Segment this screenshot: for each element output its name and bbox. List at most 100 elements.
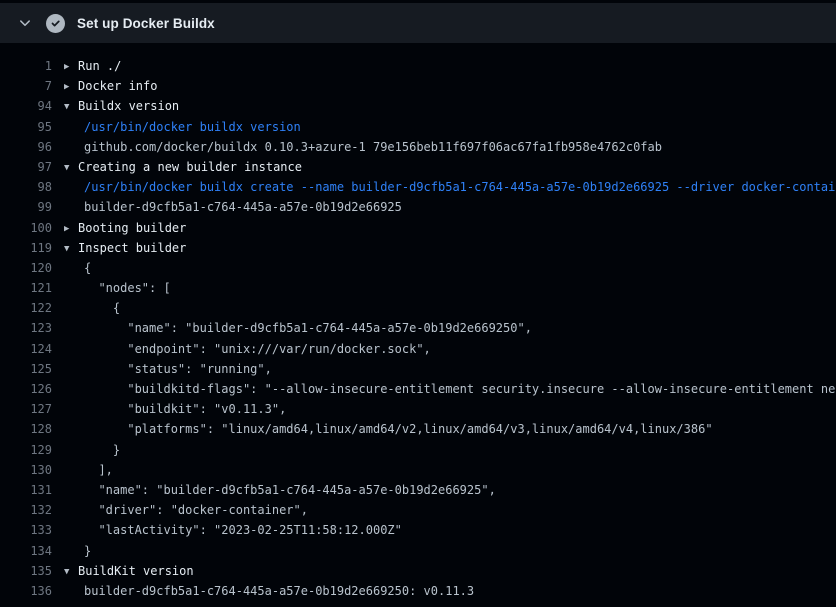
log-line: 134 } <box>0 541 836 561</box>
workflow-log-viewer: Set up Docker Buildx 1 ▶Run ./ 7 ▶Docker… <box>0 3 836 607</box>
log-text: "buildkitd-flags": "--allow-insecure-ent… <box>84 382 836 396</box>
log-line: 1 ▶Run ./ <box>0 56 836 76</box>
log-text: { <box>84 301 120 315</box>
log-line: 131 "name": "builder-d9cfb5a1-c764-445a-… <box>0 480 836 500</box>
group-toggle-icon: ▶ <box>64 57 78 76</box>
line-number-link[interactable]: 97 <box>0 157 52 177</box>
log-group-toggle[interactable]: ▼Buildx version <box>64 96 836 116</box>
line-number-link[interactable]: 123 <box>0 318 52 338</box>
log-text: "platforms": "linux/amd64,linux/amd64/v2… <box>84 422 713 436</box>
line-number-link[interactable]: 98 <box>0 177 52 197</box>
log-text: } <box>84 443 120 457</box>
log-text: /usr/bin/docker buildx version <box>84 120 301 134</box>
log-line-content: } <box>84 541 836 561</box>
line-number-link[interactable]: 122 <box>0 298 52 318</box>
line-number-link[interactable]: 96 <box>0 137 52 157</box>
line-number-link[interactable]: 125 <box>0 359 52 379</box>
line-number-link[interactable]: 94 <box>0 96 52 116</box>
log-text: "lastActivity": "2023-02-25T11:58:12.000… <box>84 523 402 537</box>
log-line: 99 builder-d9cfb5a1-c764-445a-a57e-0b19d… <box>0 197 836 217</box>
line-number-link[interactable]: 134 <box>0 541 52 561</box>
log-line: 97 ▼Creating a new builder instance <box>0 157 836 177</box>
line-number-link[interactable]: 132 <box>0 500 52 520</box>
line-number-link[interactable]: 100 <box>0 218 52 238</box>
log-line: 7 ▶Docker info <box>0 76 836 96</box>
log-text: "nodes": [ <box>84 281 171 295</box>
log-line: 122 { <box>0 298 836 318</box>
line-number-link[interactable]: 126 <box>0 379 52 399</box>
log-line: 98 /usr/bin/docker buildx create --name … <box>0 177 836 197</box>
log-line-content: "nodes": [ <box>84 278 836 298</box>
log-text: } <box>84 544 91 558</box>
line-number-link[interactable]: 7 <box>0 76 52 96</box>
log-line-content: "endpoint": "unix:///var/run/docker.sock… <box>84 339 836 359</box>
group-toggle-icon: ▼ <box>64 97 78 116</box>
log-group-toggle[interactable]: ▼Inspect builder <box>64 238 836 258</box>
log-line: 123 "name": "builder-d9cfb5a1-c764-445a-… <box>0 318 836 338</box>
check-circle-icon <box>46 14 65 33</box>
log-line-content: } <box>84 440 836 460</box>
log-line-content: "name": "builder-d9cfb5a1-c764-445a-a57e… <box>84 318 836 338</box>
log-group-toggle[interactable]: ▼Creating a new builder instance <box>64 157 836 177</box>
log-line: 130 ], <box>0 460 836 480</box>
log-line: 133 "lastActivity": "2023-02-25T11:58:12… <box>0 520 836 540</box>
log-line: 136 builder-d9cfb5a1-c764-445a-a57e-0b19… <box>0 581 836 601</box>
line-number-link[interactable]: 128 <box>0 419 52 439</box>
log-line-content: "lastActivity": "2023-02-25T11:58:12.000… <box>84 520 836 540</box>
line-number-link[interactable]: 135 <box>0 561 52 581</box>
log-line-content: "buildkit": "v0.11.3", <box>84 399 836 419</box>
log-line: 94 ▼Buildx version <box>0 96 836 116</box>
log-line-content: "buildkitd-flags": "--allow-insecure-ent… <box>84 379 836 399</box>
log-line: 124 "endpoint": "unix:///var/run/docker.… <box>0 339 836 359</box>
log-line-content: /usr/bin/docker buildx version <box>84 117 836 137</box>
log-line-content: "status": "running", <box>84 359 836 379</box>
log-line: 119 ▼Inspect builder <box>0 238 836 258</box>
line-number-link[interactable]: 1 <box>0 56 52 76</box>
line-number-link[interactable]: 121 <box>0 278 52 298</box>
line-number-link[interactable]: 127 <box>0 399 52 419</box>
log-group-toggle[interactable]: ▶Booting builder <box>64 218 836 238</box>
group-toggle-icon: ▼ <box>64 239 78 258</box>
log-text: "status": "running", <box>84 362 272 376</box>
log-line: 135 ▼BuildKit version <box>0 561 836 581</box>
log-text: ], <box>84 463 113 477</box>
line-number-link[interactable]: 99 <box>0 197 52 217</box>
log-group-toggle[interactable]: ▼BuildKit version <box>64 561 836 581</box>
log-text: Booting builder <box>78 221 186 235</box>
line-number-link[interactable]: 124 <box>0 339 52 359</box>
log-line-content: github.com/docker/buildx 0.10.3+azure-1 … <box>84 137 836 157</box>
log-text: "name": "builder-d9cfb5a1-c764-445a-a57e… <box>84 321 532 335</box>
log-line: 121 "nodes": [ <box>0 278 836 298</box>
log-group-toggle[interactable]: ▶Run ./ <box>64 56 836 76</box>
line-number-link[interactable]: 131 <box>0 480 52 500</box>
log-line: 125 "status": "running", <box>0 359 836 379</box>
log-line: 132 "driver": "docker-container", <box>0 500 836 520</box>
log-text: builder-d9cfb5a1-c764-445a-a57e-0b19d2e6… <box>84 200 402 214</box>
line-number-link[interactable]: 136 <box>0 581 52 601</box>
step-title: Set up Docker Buildx <box>77 16 215 31</box>
log-text: BuildKit version <box>78 564 194 578</box>
log-text: Run ./ <box>78 59 121 73</box>
group-toggle-icon: ▼ <box>64 562 78 581</box>
line-number-link[interactable]: 120 <box>0 258 52 278</box>
line-number-link[interactable]: 119 <box>0 238 52 258</box>
log-line-content: /usr/bin/docker buildx create --name bui… <box>84 177 836 197</box>
log-text: "endpoint": "unix:///var/run/docker.sock… <box>84 342 431 356</box>
step-header[interactable]: Set up Docker Buildx <box>0 3 836 43</box>
log-text: Docker info <box>78 79 157 93</box>
group-toggle-icon: ▶ <box>64 219 78 238</box>
line-number-link[interactable]: 129 <box>0 440 52 460</box>
log-text: /usr/bin/docker buildx create --name bui… <box>84 180 836 194</box>
line-number-link[interactable]: 130 <box>0 460 52 480</box>
log-text: Inspect builder <box>78 241 186 255</box>
log-line-content: "name": "builder-d9cfb5a1-c764-445a-a57e… <box>84 480 836 500</box>
chevron-down-icon <box>18 16 32 30</box>
log-text: "buildkit": "v0.11.3", <box>84 402 286 416</box>
log-group-toggle[interactable]: ▶Docker info <box>64 76 836 96</box>
line-number-link[interactable]: 133 <box>0 520 52 540</box>
log-text: "driver": "docker-container", <box>84 503 308 517</box>
group-toggle-icon: ▼ <box>64 158 78 177</box>
line-number-link[interactable]: 95 <box>0 117 52 137</box>
log-line-content: { <box>84 258 836 278</box>
log-text: builder-d9cfb5a1-c764-445a-a57e-0b19d2e6… <box>84 584 474 598</box>
